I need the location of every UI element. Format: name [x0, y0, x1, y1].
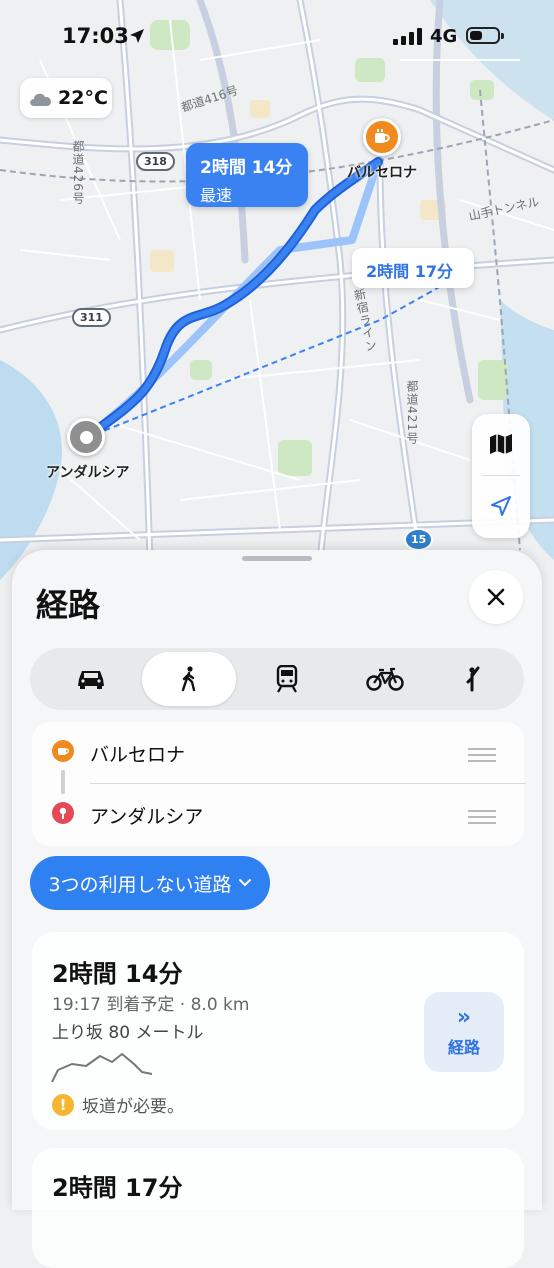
double-chevron-right-icon: » — [456, 1005, 472, 1030]
road-label-426: 都道426号 — [71, 140, 85, 205]
transport-mode-selector — [30, 648, 524, 710]
pin-icon — [52, 802, 74, 824]
route-shield-318: 318 — [136, 152, 175, 171]
mode-ride[interactable] — [426, 652, 520, 706]
walk-icon — [181, 666, 196, 692]
close-button[interactable] — [469, 570, 523, 624]
directions-sheet: 経路 バルセロナ アンダルシア 3つの利用しない道路 2時間 14分 19:17… — [12, 550, 542, 1268]
chevron-down-icon — [238, 879, 251, 887]
temperature: 22°C — [58, 87, 108, 109]
origin-pin[interactable] — [67, 418, 105, 456]
route-shield-311: 311 — [72, 308, 111, 327]
alt-route-callout[interactable]: 2時間 17分 — [352, 248, 474, 288]
route-duration: 2時間 14分 — [52, 960, 183, 988]
fastest-route-tag: 最速 — [200, 186, 233, 205]
route-warning: ! 坂道が必要。 — [52, 1092, 184, 1117]
bicycle-icon — [366, 667, 404, 691]
road-label-421: 都道421号 — [405, 380, 419, 445]
route-warning-text: 坂道が必要。 — [82, 1097, 184, 1117]
origin-dot — [79, 430, 93, 444]
waypoint-origin[interactable]: アンダルシア — [32, 784, 524, 846]
signal-icon — [393, 28, 422, 45]
elevation-profile — [51, 1053, 153, 1083]
start-route-button[interactable]: » 経路 — [424, 992, 504, 1072]
avoid-options-button[interactable]: 3つの利用しない道路 — [30, 856, 270, 910]
status-bar: 17:03 4G — [0, 0, 554, 76]
route-eta-distance: 19:17 到着予定 · 8.0 km — [52, 995, 250, 1015]
network-type: 4G — [430, 26, 458, 47]
start-route-label: 経路 — [447, 1038, 480, 1057]
cloud-icon — [30, 93, 51, 106]
hail-icon — [466, 666, 480, 692]
origin-label: アンダルシア — [46, 465, 130, 481]
fastest-route-callout[interactable]: 2時間 14分 最速 — [186, 143, 308, 207]
cafe-icon — [375, 129, 390, 143]
map-icon — [490, 434, 512, 454]
map-mode-button[interactable] — [472, 414, 530, 474]
train-icon — [276, 665, 298, 693]
battery-icon — [466, 27, 504, 44]
close-icon — [487, 588, 505, 606]
route-option-1[interactable]: 2時間 14分 19:17 到着予定 · 8.0 km 上り坂 80 メートル … — [32, 932, 524, 1130]
mode-transit[interactable] — [240, 652, 334, 706]
fastest-route-time: 2時間 14分 — [200, 158, 293, 178]
battery-level — [470, 31, 482, 40]
mode-car[interactable] — [44, 652, 138, 706]
route-duration: 2時間 17分 — [52, 1174, 183, 1202]
sheet-title: 経路 — [36, 586, 101, 624]
destination-pin[interactable] — [363, 118, 401, 156]
mode-walk[interactable] — [142, 652, 236, 706]
waypoint-list: バルセロナ アンダルシア — [32, 722, 526, 846]
map-controls — [472, 414, 530, 538]
reorder-handle-icon[interactable] — [468, 810, 496, 828]
current-location-button[interactable] — [472, 476, 530, 536]
sheet-grabber[interactable] — [242, 556, 312, 561]
clock: 17:03 — [62, 24, 129, 48]
cafe-icon — [52, 740, 74, 762]
waypoint-label: バルセロナ — [90, 744, 186, 766]
car-icon — [78, 671, 104, 689]
location-arrow-icon — [130, 29, 144, 43]
warning-icon: ! — [52, 1093, 74, 1116]
route-option-2[interactable]: 2時間 17分 — [32, 1148, 524, 1268]
route-elevation-gain: 上り坂 80 メートル — [52, 1023, 204, 1043]
destination-label: バルセロナ — [347, 165, 417, 181]
waypoint-label: アンダルシア — [90, 806, 204, 828]
location-arrow-icon — [491, 496, 511, 516]
mode-bike[interactable] — [338, 652, 432, 706]
weather-widget[interactable]: 22°C — [20, 78, 112, 118]
waypoint-destination[interactable]: バルセロナ — [32, 722, 524, 784]
avoid-options-label: 3つの利用しない道路 — [48, 873, 232, 896]
reorder-handle-icon[interactable] — [468, 748, 496, 766]
